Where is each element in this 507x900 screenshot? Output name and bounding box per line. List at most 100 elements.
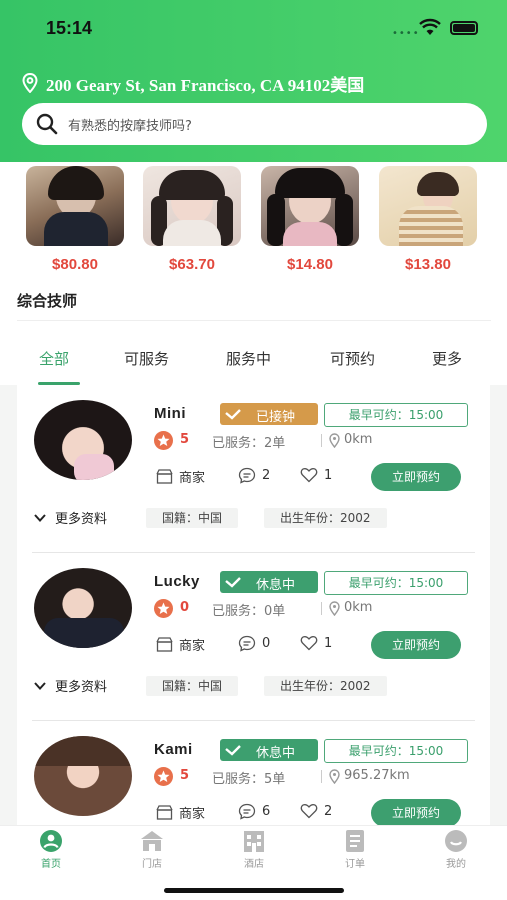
avatar [34,736,132,816]
more-info-toggle[interactable]: 更多资料 [33,508,107,527]
more-info-label: 更多资料 [55,512,108,527]
rating-value: 5 [180,432,190,447]
divider [321,770,322,783]
divider [321,434,322,447]
distance: 965.27km [344,768,410,783]
featured-price: $13.80 [405,256,451,273]
status-text: 已接钟 [256,410,296,425]
comments[interactable]: 2 [238,467,270,484]
tab-orders[interactable]: 订单 [325,830,385,870]
book-now-button[interactable]: 立即预约 [371,631,461,659]
home-indicator [164,888,344,893]
technician-card[interactable]: Kami 休息中 最早可约：15:00 5 已服务：5单 965.27km 商家… [17,721,490,825]
earliest-time-badge: 最早可约：15:00 [324,571,468,595]
tab-label: 门店 [142,859,162,870]
featured-card[interactable]: $63.70 [143,166,241,273]
more-info-label: 更多资料 [55,680,108,695]
comments[interactable]: 0 [238,635,270,652]
comments[interactable]: 6 [238,803,270,820]
store-icon [156,637,173,652]
featured-card[interactable]: $13.80 [379,166,477,273]
tab-all[interactable]: 全部 [39,348,69,369]
chevron-down-icon [34,681,46,690]
merchant-link[interactable]: 商家 [156,803,205,822]
filter-tabs: 全部 可服务 服务中 可预约 更多 [0,345,507,385]
technician-list: Mini 已接钟 最早可约：15:00 5 已服务：2单 0km 商家 2 1 … [17,385,490,825]
section-title: 综合技师 [17,292,78,310]
avatar [34,568,132,648]
status-badge: 已接钟 [220,403,318,425]
technician-name: Mini [154,405,186,422]
tab-bookable[interactable]: 可预约 [330,348,375,369]
search-input[interactable]: 有熟悉的按摩技师吗? [68,115,192,134]
earliest-time-badge: 最早可约：15:00 [324,403,468,427]
nationality-chip: 国籍：中国 [146,676,239,696]
status-text: 休息中 [256,746,296,761]
store-icon [156,805,173,820]
distance: 0km [344,432,373,447]
technician-name: Kami [154,741,193,758]
order-icon [343,830,367,852]
location-pin-icon [329,601,340,616]
technician-card[interactable]: Mini 已接钟 最早可约：15:00 5 已服务：2单 0km 商家 2 1 … [17,385,490,553]
check-shield-icon [225,745,241,756]
status-bar: 15:14 •••• [0,16,507,42]
tab-hotel[interactable]: 酒店 [224,830,284,870]
book-now-button[interactable]: 立即预约 [371,463,461,491]
heart-icon [300,804,318,819]
location-address: 200 Geary St, San Francisco, CA 94102美国 [46,75,365,95]
featured-card[interactable]: $80.80 [26,166,124,273]
like-count: 2 [324,803,333,819]
tab-more[interactable]: 更多 [432,348,462,369]
more-info-toggle[interactable]: 更多资料 [33,676,107,695]
merchant-label: 商家 [179,807,206,822]
tab-in-service[interactable]: 服务中 [226,348,271,369]
featured-card[interactable]: $14.80 [261,166,359,273]
birth-year-chip: 出生年份：2002 [264,508,387,528]
merchant-label: 商家 [179,471,206,486]
location-pin-icon [22,73,38,93]
location-pin-icon [329,769,340,784]
rating-value: 5 [180,768,190,783]
search-bar[interactable]: 有熟悉的按摩技师吗? [22,103,487,145]
likes[interactable]: 2 [300,803,332,819]
merchant-link[interactable]: 商家 [156,467,205,486]
distance: 0km [344,600,373,615]
tab-home[interactable]: 首页 [21,830,81,870]
featured-price: $80.80 [52,256,98,273]
tab-label: 我的 [446,859,466,870]
served-count: 已服务：0单 [212,604,286,619]
technician-card[interactable]: Lucky 休息中 最早可约：15:00 0 已服务：0单 0km 商家 0 1… [17,553,490,721]
divider [17,320,491,321]
status-badge: 休息中 [220,739,318,761]
tab-available[interactable]: 可服务 [124,348,169,369]
merchant-link[interactable]: 商家 [156,635,205,654]
comment-icon [238,803,256,820]
like-count: 1 [324,467,333,483]
search-icon [36,113,58,135]
served-count: 已服务：2单 [212,436,286,451]
store-icon [140,830,164,852]
profile-icon [444,830,468,852]
battery-icon [450,21,478,35]
location-bar[interactable]: 200 Geary St, San Francisco, CA 94102美国 [22,71,364,95]
wifi-icon [419,18,441,35]
featured-photo [261,166,359,246]
heart-icon [300,468,318,483]
book-now-button[interactable]: 立即预约 [371,799,461,825]
like-count: 1 [324,635,333,651]
star-icon [154,599,173,618]
tab-profile[interactable]: 我的 [426,830,486,870]
nationality-chip: 国籍：中国 [146,508,239,528]
featured-price: $14.80 [287,256,333,273]
tab-store[interactable]: 门店 [122,830,182,870]
store-icon [156,469,173,484]
chevron-down-icon [34,513,46,522]
tab-label: 订单 [345,859,365,870]
likes[interactable]: 1 [300,467,332,483]
technician-name: Lucky [154,573,200,590]
check-shield-icon [225,409,241,420]
likes[interactable]: 1 [300,635,332,651]
heart-icon [300,636,318,651]
hotel-icon [242,830,266,852]
